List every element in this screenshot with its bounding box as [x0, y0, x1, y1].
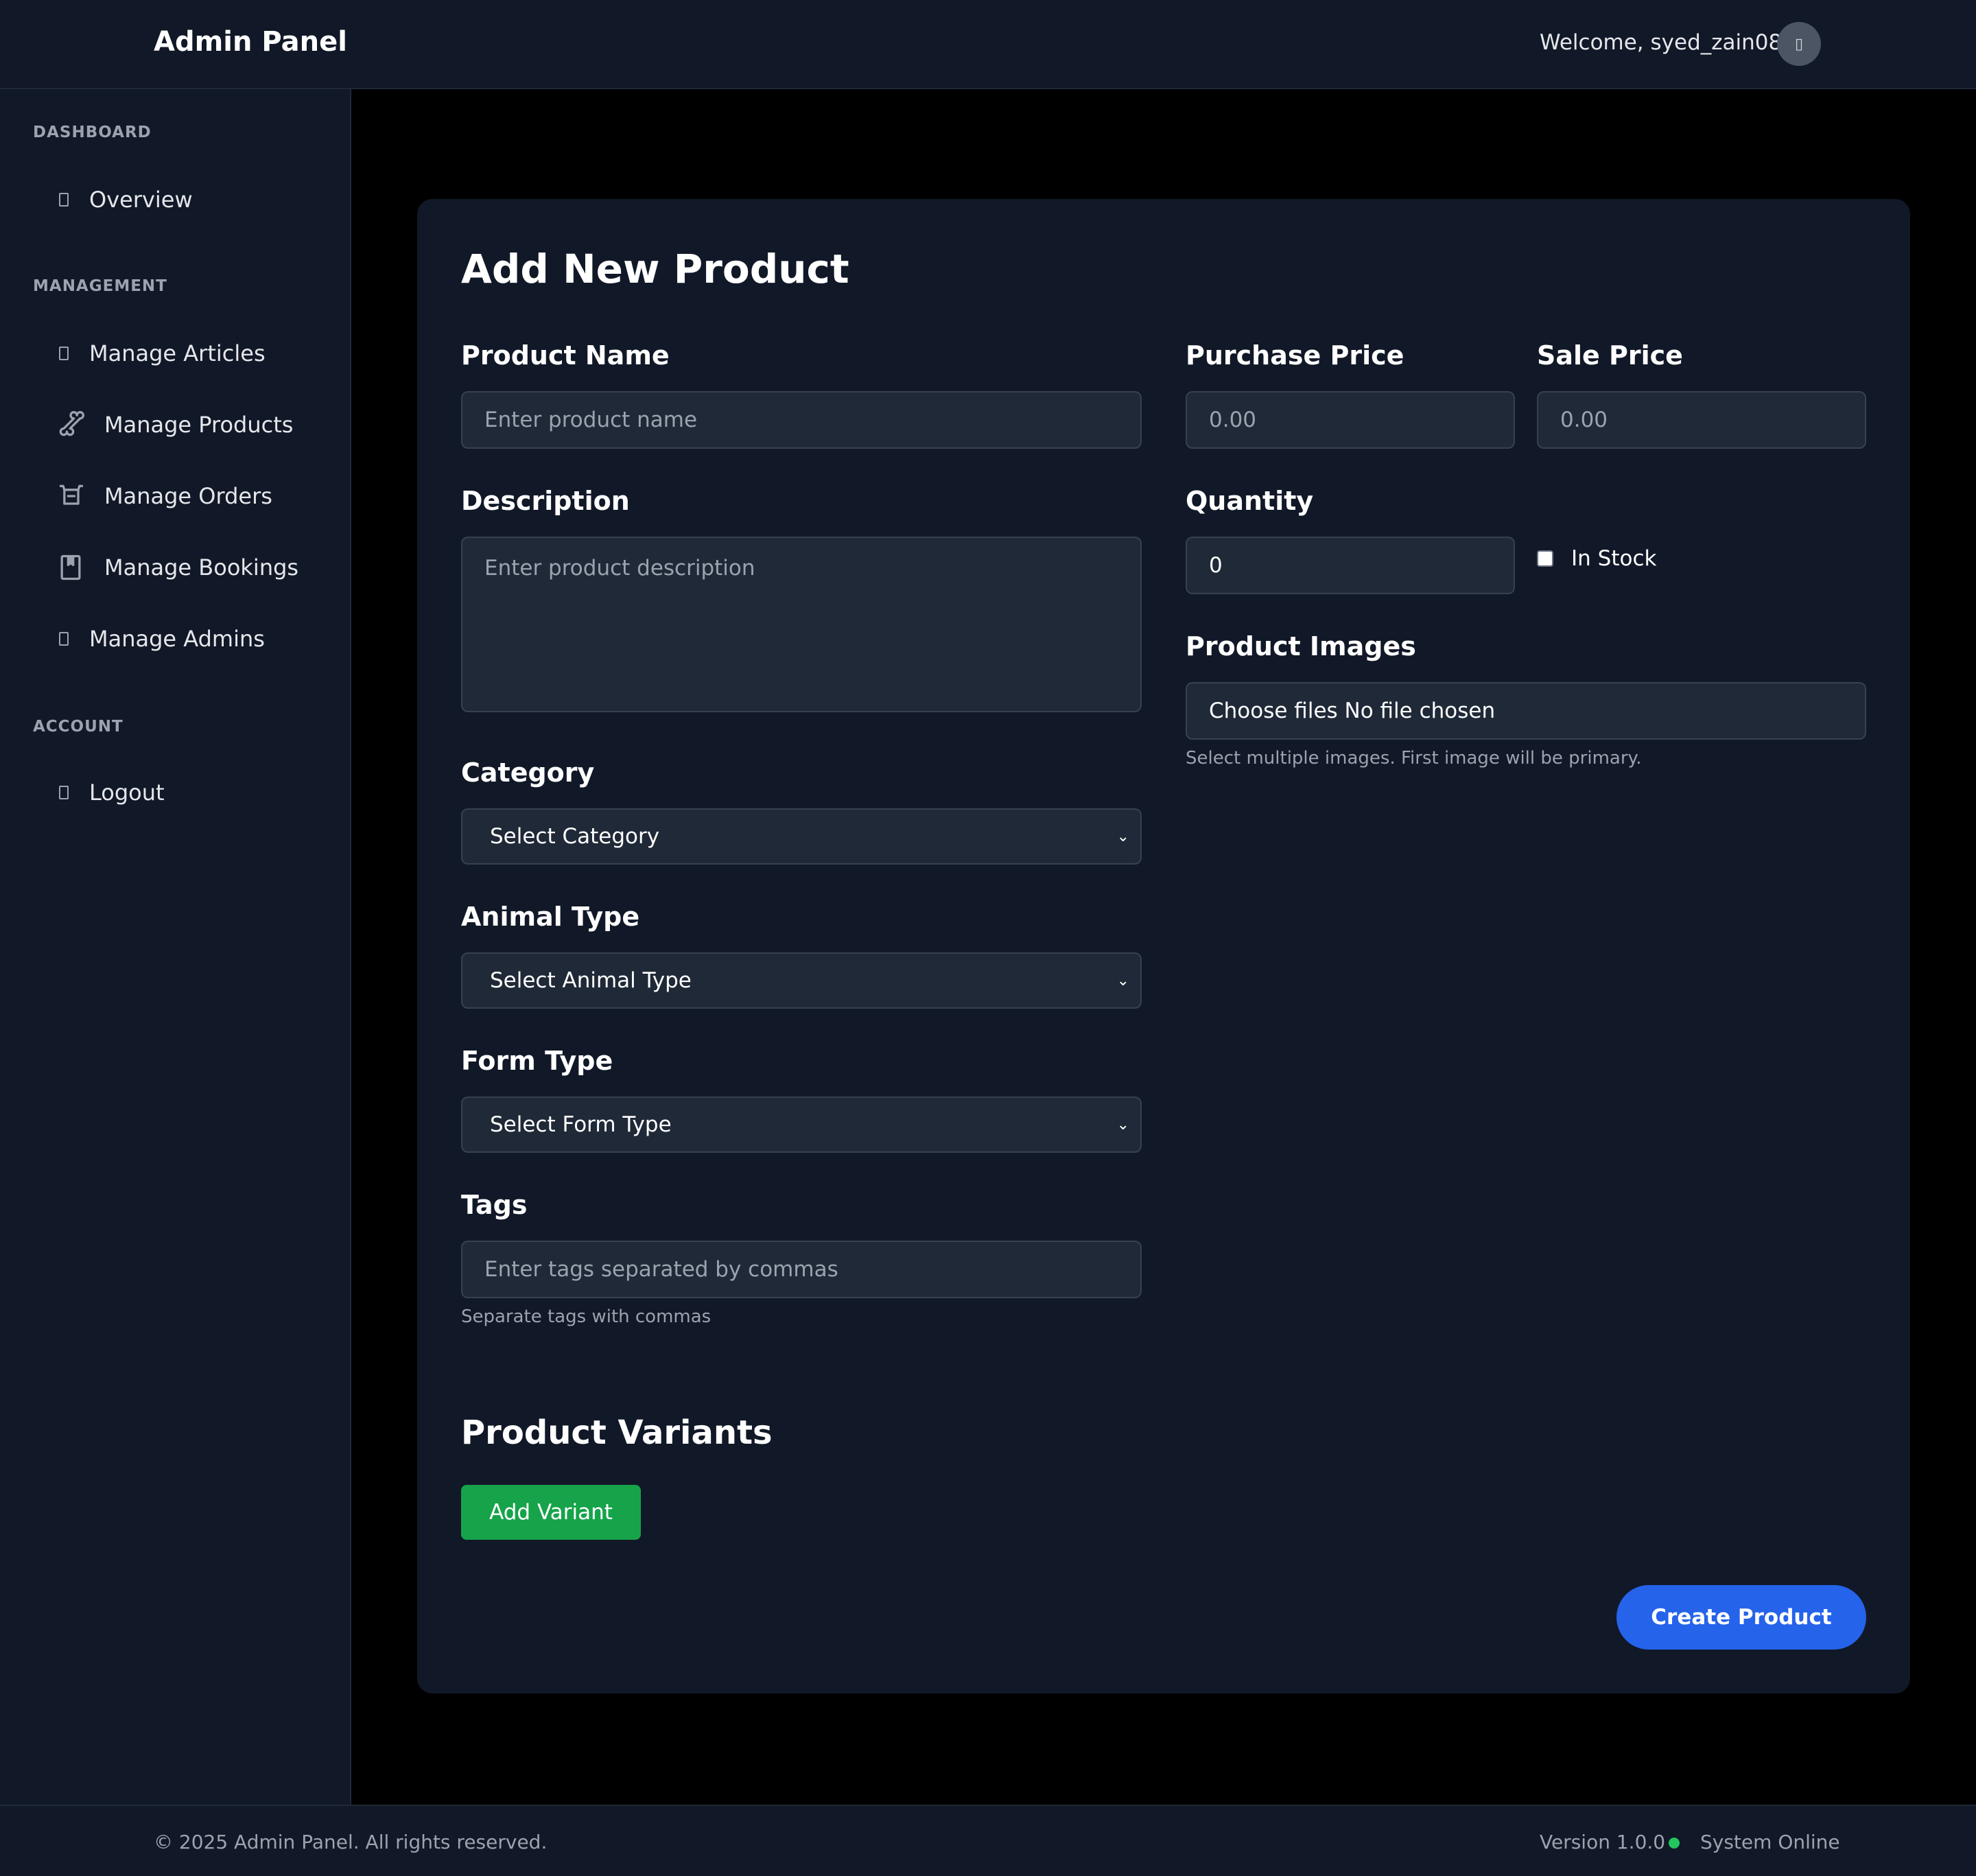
product-name-label: Product Name: [461, 340, 670, 371]
welcome-text: Welcome, syed_zain08: [1540, 30, 1783, 55]
sidebar-item-label: Manage Admins: [89, 626, 265, 652]
sidebar-item-label: Manage Bookings: [104, 554, 299, 581]
form-type-label: Form Type: [461, 1046, 613, 1076]
in-stock-label[interactable]: In Stock: [1571, 546, 1656, 571]
chevron-down-icon: ⌄: [1116, 828, 1129, 845]
logout-icon: [55, 780, 73, 805]
brand-title[interactable]: Admin Panel: [154, 26, 347, 58]
tags-label: Tags: [461, 1190, 528, 1220]
sale-price-input[interactable]: 0.00: [1537, 391, 1866, 449]
bookmark-icon: [55, 554, 86, 581]
section-dashboard: DASHBOARD: [33, 124, 152, 141]
category-label: Category: [461, 758, 595, 788]
sidebar-item-admins[interactable]: Manage Admins: [55, 626, 265, 652]
system-status-text: System Online: [1700, 1831, 1840, 1853]
sidebar-item-label: Manage Orders: [104, 483, 272, 509]
category-select[interactable]: Select Category ⌄: [461, 808, 1142, 865]
chevron-down-icon: ⌄: [1116, 1116, 1129, 1134]
sidebar-item-label: Logout: [89, 779, 165, 806]
animal-type-select[interactable]: Select Animal Type ⌄: [461, 952, 1142, 1009]
product-images-hint: Select multiple images. First image will…: [1186, 748, 1642, 769]
section-account: ACCOUNT: [33, 718, 124, 736]
product-variants-title: Product Variants: [461, 1414, 773, 1452]
overview-icon: [55, 187, 73, 212]
bone-icon: [55, 411, 86, 437]
sale-price-label: Sale Price: [1537, 340, 1683, 371]
add-variant-button[interactable]: Add Variant: [461, 1485, 641, 1540]
cart-icon: [55, 484, 86, 508]
articles-icon: [55, 341, 73, 366]
chevron-down-icon: ⌄: [1116, 972, 1129, 989]
purchase-price-input[interactable]: 0.00: [1186, 391, 1515, 449]
quantity-input[interactable]: 0: [1186, 537, 1515, 594]
tags-input[interactable]: Enter tags separated by commas: [461, 1241, 1142, 1298]
product-images-file-input[interactable]: Choose files No file chosen: [1186, 682, 1866, 740]
sidebar-item-overview[interactable]: Overview: [55, 187, 193, 213]
page-title: Add New Product: [461, 246, 849, 292]
admins-icon: [55, 626, 73, 651]
category-selected: Select Category: [490, 824, 660, 849]
quantity-label: Quantity: [1186, 486, 1314, 516]
product-name-input[interactable]: Enter product name: [461, 391, 1142, 449]
in-stock-row[interactable]: In Stock: [1537, 546, 1656, 571]
tags-hint: Separate tags with commas: [461, 1306, 711, 1327]
status-dot-icon: [1669, 1838, 1680, 1849]
sidebar-item-logout[interactable]: Logout: [55, 779, 165, 806]
description-textarea[interactable]: Enter product description: [461, 537, 1142, 712]
top-header: Admin Panel Welcome, syed_zain08 ▯: [0, 0, 1976, 89]
footer: © 2025 Admin Panel. All rights reserved.…: [0, 1805, 1976, 1876]
admin-page: Admin Panel Welcome, syed_zain08 ▯ DASHB…: [0, 0, 1976, 1876]
animal-type-label: Animal Type: [461, 902, 640, 932]
product-images-label: Product Images: [1186, 631, 1416, 661]
animal-type-selected: Select Animal Type: [490, 968, 692, 993]
form-type-select[interactable]: Select Form Type ⌄: [461, 1097, 1142, 1153]
sidebar-item-products[interactable]: Manage Products: [55, 411, 294, 438]
user-icon[interactable]: ▯: [1777, 22, 1821, 66]
in-stock-checkbox[interactable]: [1537, 550, 1553, 567]
sidebar-item-label: Manage Articles: [89, 340, 266, 366]
description-label: Description: [461, 486, 630, 516]
sidebar-item-orders[interactable]: Manage Orders: [55, 483, 272, 509]
sidebar-item-label: Overview: [89, 187, 193, 213]
sidebar-item-label: Manage Products: [104, 412, 294, 438]
create-product-button[interactable]: Create Product: [1616, 1585, 1866, 1650]
sidebar-item-articles[interactable]: Manage Articles: [55, 340, 266, 366]
purchase-price-label: Purchase Price: [1186, 340, 1404, 371]
form-type-selected: Select Form Type: [490, 1112, 672, 1137]
copyright-text: © 2025 Admin Panel. All rights reserved.: [154, 1831, 548, 1853]
sidebar-item-bookings[interactable]: Manage Bookings: [55, 554, 298, 581]
version-text: Version 1.0.0: [1540, 1831, 1666, 1853]
sidebar: DASHBOARD Overview MANAGEMENT Manage Art…: [0, 89, 351, 1805]
section-management: MANAGEMENT: [33, 277, 167, 295]
